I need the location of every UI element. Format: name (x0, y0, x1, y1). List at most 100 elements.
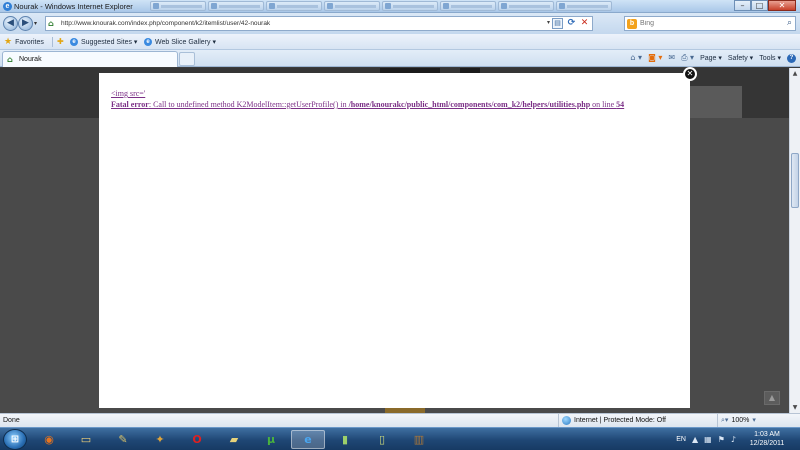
clock[interactable]: 1:03 AM 12/28/2011 (740, 430, 794, 448)
modal-close-icon[interactable]: ✕ (683, 67, 697, 81)
search-box[interactable]: b ⌕ (624, 16, 796, 31)
modal-dialog: <img src=' Fatal error: Call to undefine… (99, 73, 690, 408)
search-input[interactable] (640, 18, 770, 29)
favorites-bar: ★ Favorites ✚ e Suggested Sites ▾ e Web … (0, 34, 800, 50)
address-dropdown-icon[interactable]: ▾ (547, 19, 550, 26)
title-bar: e Nourak - Windows Internet Explorer – □… (0, 0, 800, 13)
minimize-button[interactable]: – (734, 0, 751, 11)
tab-nourak[interactable]: ⌂ Nourak (2, 51, 178, 67)
status-bar: Done Internet | Protected Mode: Off ⌕▾ 1… (0, 413, 800, 427)
globe-icon (562, 416, 571, 425)
background-tab-thumbnails (150, 1, 612, 11)
page-menu[interactable]: Page ▾ (700, 54, 722, 62)
tab-thumbnail[interactable] (208, 1, 264, 11)
scroll-up-arrow-icon[interactable]: ▲ (790, 68, 800, 79)
taskbar-utorrent-icon[interactable]: µ (254, 430, 288, 449)
zoom-control[interactable]: ⌕▾ 100% ▾ (717, 414, 756, 427)
feeds-icon[interactable]: ◙ ▾ (648, 53, 662, 63)
network-icon[interactable]: ▦ (704, 435, 712, 445)
page-content: ▲ <img src=' Fatal error: Call to undefi… (0, 68, 789, 413)
window-title: Nourak - Windows Internet Explorer (14, 2, 133, 11)
status-text: Done (3, 417, 20, 424)
window-controls: – □ ✕ (734, 0, 796, 11)
tab-thumbnail[interactable] (324, 1, 380, 11)
suggested-sites-label: Suggested Sites ▾ (81, 39, 138, 46)
help-icon[interactable]: ? (787, 53, 796, 63)
error-path: /home/knourakc/public_html/components/co… (348, 100, 591, 109)
windows-taskbar: ⊞ ◉ ▭ ✎ ✦ O ▰ µ e ▮ ▯ ▥ EN ▲ ▦ ⚑ ♪ 1:03 AM 12/28/2… (0, 427, 800, 450)
taskbar-internet-explorer-icon[interactable]: e (291, 430, 325, 449)
clock-date: 12/28/2011 (749, 440, 785, 447)
zoom-level: 100% (731, 417, 750, 424)
taskbar-paint-icon[interactable]: ▮ (328, 430, 362, 449)
ie-page-icon: e (144, 38, 152, 46)
scrollbar-thumb[interactable] (791, 153, 799, 208)
web-slice-gallery-link[interactable]: e Web Slice Gallery ▾ (144, 36, 216, 48)
home-icon[interactable]: ⌂ ▾ (630, 53, 642, 63)
print-icon[interactable]: ⎙ ▾ (681, 53, 694, 63)
language-indicator[interactable]: EN (676, 436, 686, 443)
compatibility-view-icon[interactable]: ▤ (552, 18, 563, 29)
forward-button[interactable]: ▶ (18, 16, 33, 31)
taskbar-winrar-icon[interactable]: ▥ (402, 430, 436, 449)
favorites-label: Favorites (15, 38, 44, 46)
navigation-bar: ◀ ▶ ▾ ⌂ http://www.knourak.com/index.php… (0, 13, 800, 34)
refresh-icon[interactable]: ⟳ (566, 18, 577, 29)
raw-img-tag-text[interactable]: <img src=' (111, 89, 145, 98)
taskbar-tools-icon[interactable]: ✎ (106, 430, 140, 449)
taskbar-messenger-icon[interactable]: ▰ (217, 430, 251, 449)
action-center-icon[interactable]: ⚑ (718, 435, 725, 445)
tab-thumbnail[interactable] (382, 1, 438, 11)
site-favicon-icon: ⌂ (7, 55, 13, 64)
tools-menu[interactable]: Tools ▾ (759, 54, 781, 62)
tab-thumbnail[interactable] (150, 1, 206, 11)
search-icon[interactable]: ⌕ (787, 18, 792, 29)
close-window-button[interactable]: ✕ (768, 0, 796, 11)
tab-thumbnail[interactable] (556, 1, 612, 11)
ie-page-icon: e (70, 38, 78, 46)
recent-pages-dropdown-icon[interactable]: ▾ (34, 20, 37, 27)
taskbar-notepad-icon[interactable]: ▯ (365, 430, 399, 449)
tab-thumbnail[interactable] (266, 1, 322, 11)
system-tray: EN ▲ ▦ ⚑ ♪ (676, 428, 736, 450)
zoom-dropdown-icon[interactable]: ▾ (752, 414, 756, 427)
error-text: : Call to undefined method K2ModelItem::… (148, 100, 349, 109)
star-icon: ★ (4, 37, 13, 47)
taskbar-firefox-icon[interactable]: ◉ (32, 430, 66, 449)
scroll-to-top-button[interactable]: ▲ (764, 391, 780, 405)
maximize-button[interactable]: □ (751, 0, 768, 11)
safety-menu[interactable]: Safety ▾ (728, 54, 753, 62)
new-tab-button[interactable] (179, 52, 195, 66)
command-bar: ⌂ ▾ ◙ ▾ ✉ ⎙ ▾ Page ▾ Safety ▾ Tools ▾ ? (630, 53, 796, 63)
address-bar[interactable]: ⌂ http://www.knourak.com/index.php/compo… (45, 16, 593, 31)
favorites-button[interactable]: ★ Favorites (4, 36, 44, 48)
security-zone[interactable]: Internet | Protected Mode: Off (558, 414, 666, 427)
error-label: Fatal error (111, 100, 149, 109)
tab-label: Nourak (19, 56, 42, 63)
taskbar-opera-icon[interactable]: O (180, 430, 214, 449)
volume-icon[interactable]: ♪ (731, 435, 736, 445)
taskbar-game-icon[interactable]: ✦ (143, 430, 177, 449)
tab-thumbnail[interactable] (440, 1, 496, 11)
suggested-sites-link[interactable]: e Suggested Sites ▾ (70, 36, 137, 48)
error-line-number: 54 (616, 100, 625, 109)
add-to-favorites-button[interactable]: ✚ (57, 36, 64, 48)
web-slice-gallery-label: Web Slice Gallery ▾ (155, 39, 216, 46)
magnifier-icon: ⌕▾ (721, 416, 729, 424)
clock-time: 1:03 AM (754, 431, 780, 438)
tab-thumbnail[interactable] (498, 1, 554, 11)
fatal-error-message[interactable]: Fatal error: Call to undefined method K2… (111, 100, 673, 110)
vertical-scrollbar[interactable]: ▲ ▼ (789, 68, 800, 413)
on-line-text: on line (590, 100, 617, 109)
start-button[interactable]: ⊞ (3, 429, 27, 450)
read-mail-icon[interactable]: ✉ (668, 53, 675, 63)
stop-icon[interactable]: ✕ (579, 18, 590, 29)
address-url[interactable]: http://www.knourak.com/index.php/compone… (61, 19, 270, 29)
show-hidden-icons-icon[interactable]: ▲ (692, 435, 698, 445)
scroll-down-arrow-icon[interactable]: ▼ (790, 402, 800, 413)
site-favicon-icon: ⌂ (48, 19, 54, 28)
page-background-element (690, 86, 742, 118)
zone-label: Internet | Protected Mode: Off (574, 417, 666, 424)
back-button[interactable]: ◀ (3, 16, 18, 31)
taskbar-explorer-icon[interactable]: ▭ (69, 430, 103, 449)
